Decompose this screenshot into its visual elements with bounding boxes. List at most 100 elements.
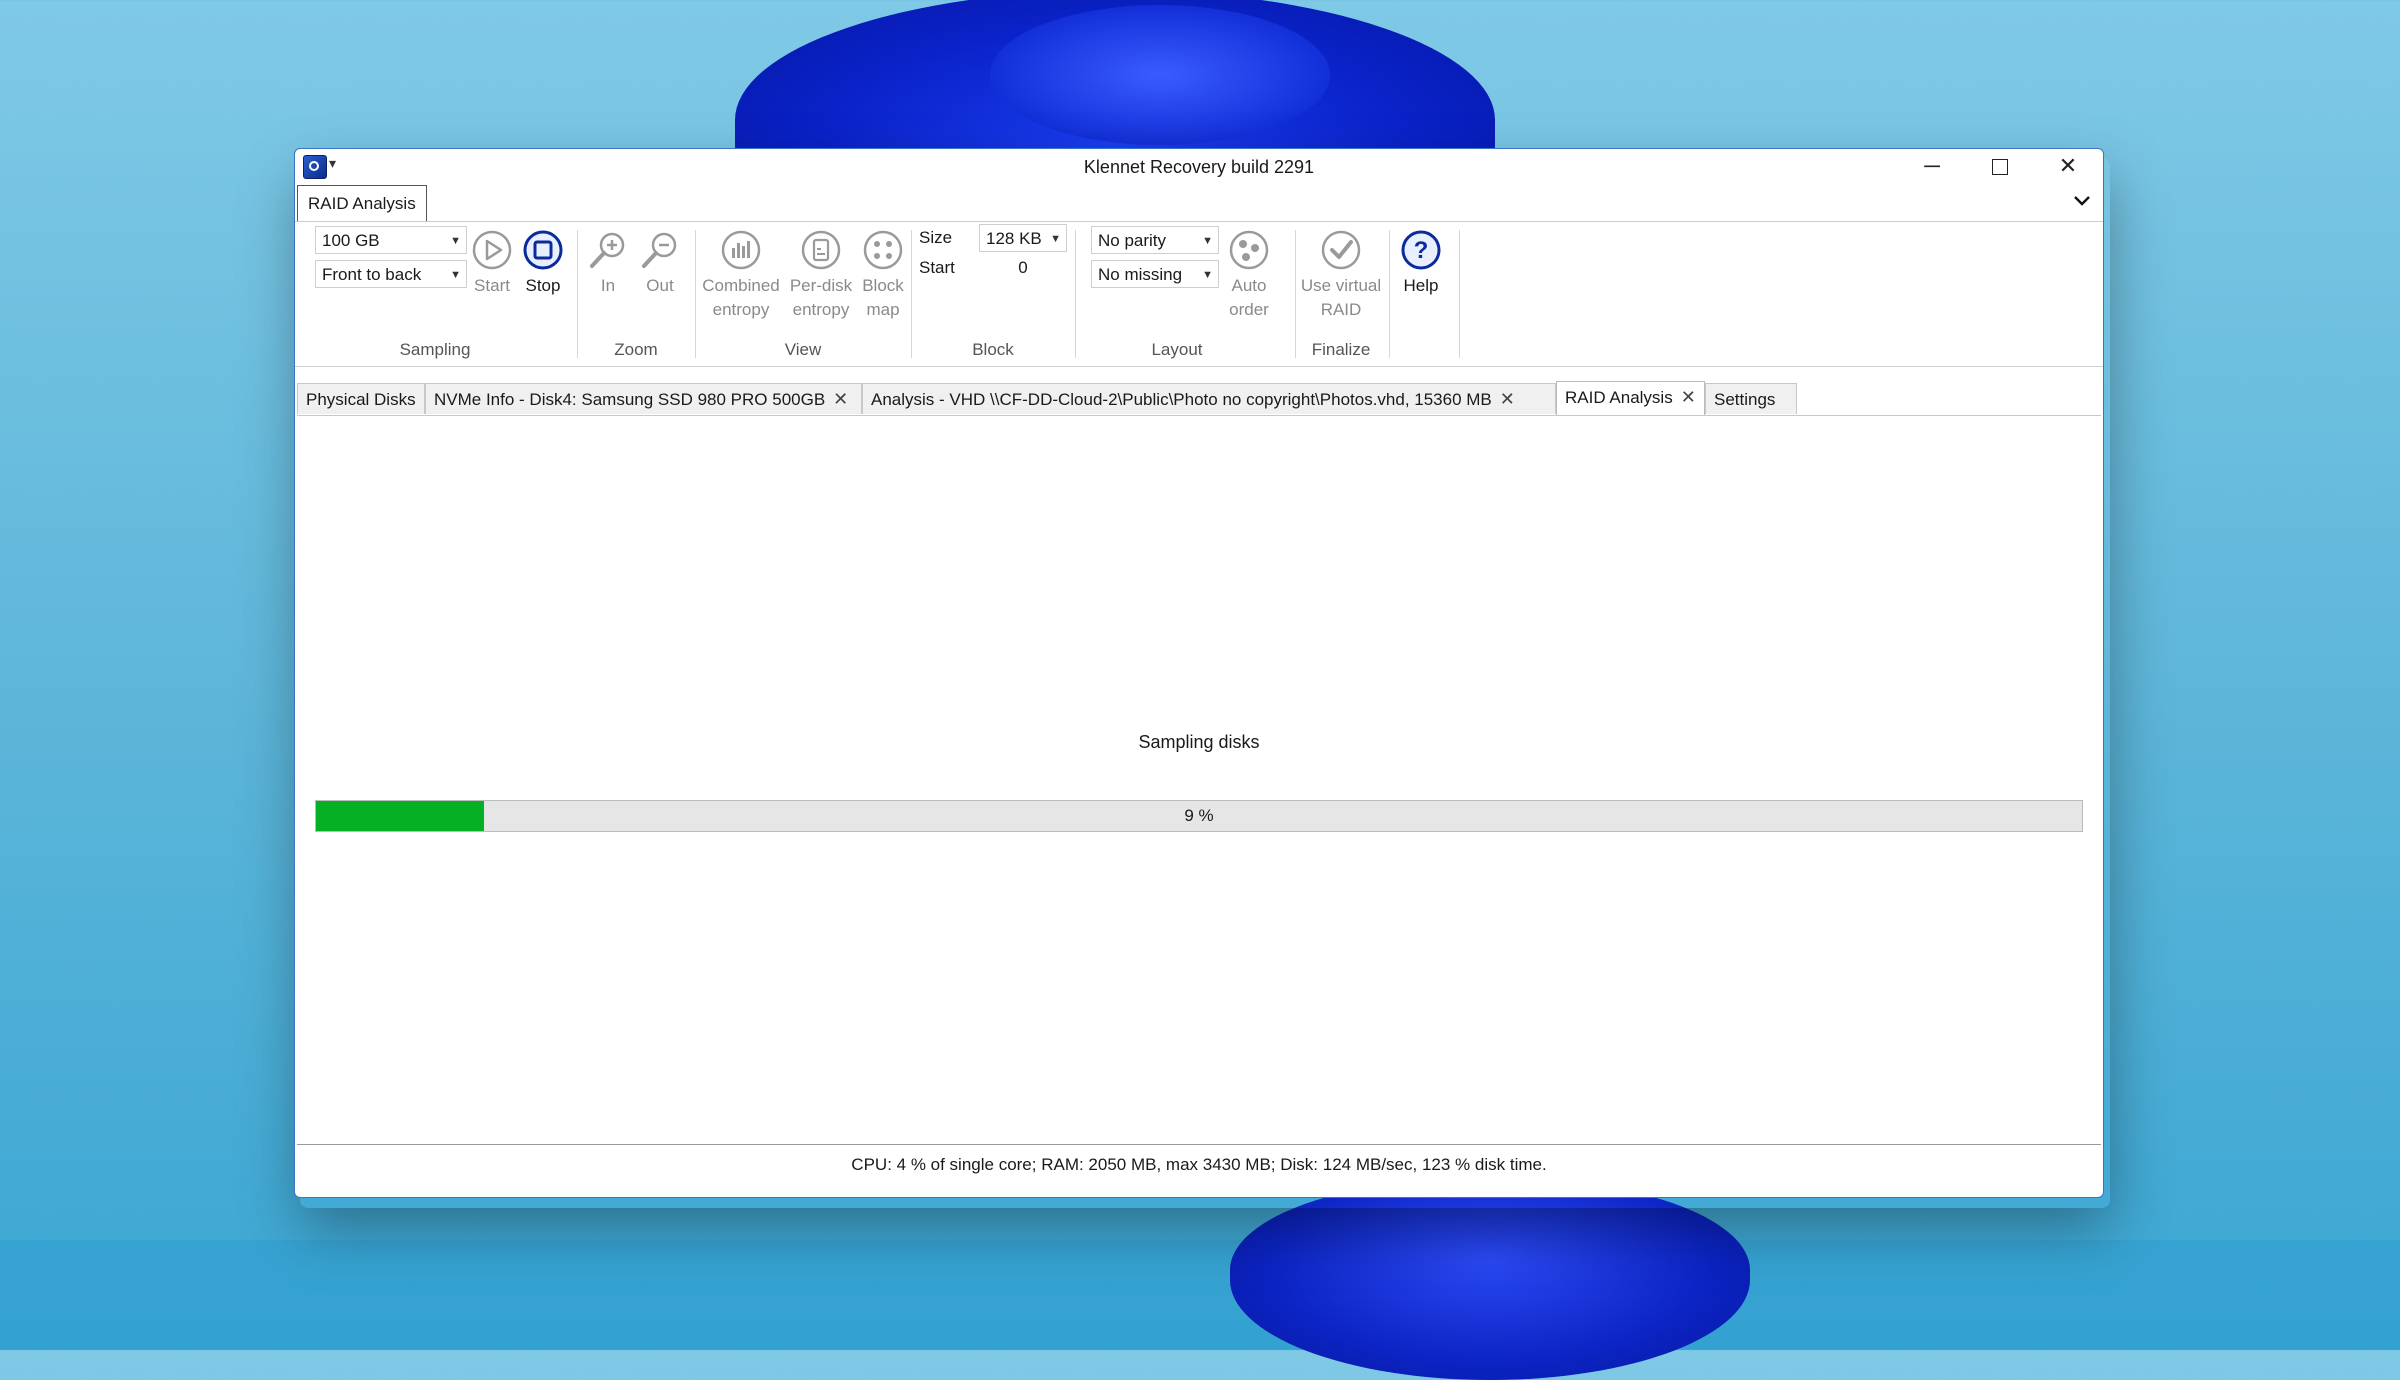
- tab-label: Analysis - VHD \\CF-DD-Cloud-2\Public\Ph…: [871, 390, 1492, 409]
- block-map-button[interactable]: Block map: [857, 228, 909, 322]
- per-disk-entropy-button[interactable]: Per-disk entropy: [781, 228, 861, 322]
- sampling-progress-bar: 9 %: [315, 800, 2083, 832]
- ribbon-group-view: Combined entropy Per-disk entropy Block …: [697, 222, 909, 366]
- close-button[interactable]: ✕: [2035, 149, 2101, 183]
- status-bar-text: CPU: 4 % of single core; RAM: 2050 MB, m…: [851, 1155, 1547, 1174]
- stop-label: Stop: [525, 276, 561, 295]
- ribbon-collapse-chevron-icon[interactable]: [2073, 191, 2091, 212]
- start-button[interactable]: Start: [469, 228, 515, 298]
- start-label: Start: [474, 276, 510, 295]
- help-icon: ?: [1401, 230, 1441, 270]
- group-label-layout: Layout: [1151, 340, 1203, 359]
- block-size-label: Size: [919, 228, 953, 247]
- tab-settings[interactable]: Settings: [1705, 383, 1797, 414]
- wallpaper-bloom-highlight: [990, 5, 1330, 145]
- group-label-finalize: Finalize: [1311, 340, 1371, 359]
- parity-select[interactable]: No parity ▼: [1091, 226, 1219, 254]
- app-window: ▾ Klennet Recovery build 2291 ─ ✕ RAID A…: [294, 148, 2104, 1198]
- ribbon-separator: [1389, 230, 1390, 358]
- block-map-label-1: Block: [862, 276, 904, 295]
- ribbon-separator: [911, 230, 912, 358]
- sampling-status-text: Sampling disks: [1138, 732, 1260, 752]
- zoom-in-icon: [590, 232, 625, 268]
- block-size-select[interactable]: 128 KB ▼: [979, 224, 1067, 252]
- tab-analysis-vhd[interactable]: Analysis - VHD \\CF-DD-Cloud-2\Public\Ph…: [862, 383, 1556, 414]
- group-label-view: View: [784, 340, 822, 359]
- parity-value: No parity: [1098, 231, 1167, 250]
- help-button[interactable]: ? Help: [1395, 228, 1447, 298]
- ribbon-group-sampling: 100 GB ▼ Front to back ▼ Start Stop Sampli…: [295, 222, 575, 366]
- group-label-sampling: Sampling: [399, 340, 471, 359]
- dropdown-arrow-icon: ▼: [1050, 233, 1061, 245]
- play-icon: [472, 230, 512, 270]
- group-label-zoom: Zoom: [614, 340, 658, 359]
- ribbon-tab-raid-analysis[interactable]: RAID Analysis: [297, 185, 427, 222]
- dropdown-arrow-icon: ▼: [450, 235, 461, 247]
- per-disk-entropy-label-2: entropy: [792, 300, 850, 319]
- dropdown-arrow-icon: ▼: [1202, 235, 1213, 247]
- per-disk-entropy-label-1: Per-disk: [789, 276, 853, 295]
- block-map-icon: [863, 230, 903, 270]
- tab-close-icon[interactable]: ✕: [1500, 389, 1515, 409]
- missing-value: No missing: [1098, 265, 1183, 284]
- ribbon-group-finalize: Use virtual RAID Finalize: [1295, 222, 1387, 366]
- zoom-in-button[interactable]: In: [583, 228, 633, 298]
- tab-nvme-info[interactable]: NVMe Info - Disk4: Samsung SSD 980 PRO 5…: [425, 383, 862, 414]
- tab-raid-analysis[interactable]: RAID Analysis ✕: [1556, 381, 1705, 416]
- zoom-out-button[interactable]: Out: [635, 228, 685, 298]
- stop-button[interactable]: Stop: [519, 228, 567, 298]
- tab-label: Settings: [1714, 390, 1776, 409]
- dropdown-arrow-icon: ▼: [450, 269, 461, 281]
- tab-label: RAID Analysis: [1565, 388, 1673, 407]
- svg-text:?: ?: [1414, 237, 1429, 264]
- ribbon: 100 GB ▼ Front to back ▼ Start Stop Sampli…: [295, 221, 2103, 367]
- group-label-block: Block: [972, 340, 1014, 359]
- ribbon-group-block: Size 128 KB ▼ Start 0 Block: [913, 222, 1073, 366]
- combined-entropy-button[interactable]: Combined entropy: [697, 228, 785, 322]
- wallpaper-bloom-bottom: [1230, 1180, 1750, 1380]
- use-virtual-raid-button[interactable]: Use virtual RAID: [1295, 228, 1387, 322]
- ribbon-group-layout: No parity ▼ No missing ▼ Auto order Layout: [1077, 222, 1277, 366]
- use-virtual-raid-label-1: Use virtual: [1300, 276, 1382, 295]
- block-start-value[interactable]: 0: [979, 258, 1067, 278]
- wallpaper-floor: [0, 1240, 2400, 1350]
- checkmark-icon: [1321, 230, 1361, 270]
- tab-label: NVMe Info - Disk4: Samsung SSD 980 PRO 5…: [434, 390, 826, 409]
- raid-analysis-panel: Sampling disks 9 %: [297, 415, 2101, 1145]
- stop-icon: [523, 230, 563, 270]
- ribbon-group-zoom: In Out Zoom: [579, 222, 693, 366]
- sampling-order-value: Front to back: [322, 265, 422, 284]
- ribbon-separator: [695, 230, 696, 358]
- sampling-size-value: 100 GB: [322, 231, 380, 250]
- combined-entropy-label-1: Combined: [702, 276, 780, 295]
- progress-percent-text: 9 %: [1184, 806, 1214, 825]
- title-bar[interactable]: ▾ Klennet Recovery build 2291 ─ ✕: [295, 149, 2103, 187]
- tab-physical-disks[interactable]: Physical Disks: [297, 383, 425, 414]
- use-virtual-raid-label-2: RAID: [1320, 300, 1362, 319]
- tab-close-icon[interactable]: ✕: [1681, 387, 1696, 407]
- sampling-size-select[interactable]: 100 GB ▼: [315, 226, 467, 254]
- window-title: Klennet Recovery build 2291: [1083, 157, 1315, 177]
- minimize-button[interactable]: ─: [1899, 149, 1965, 183]
- zoom-out-icon: [642, 232, 677, 268]
- maximize-button[interactable]: [1967, 149, 2033, 183]
- ribbon-separator: [1459, 230, 1460, 358]
- combined-entropy-label-2: entropy: [712, 300, 770, 319]
- block-map-label-2: map: [866, 300, 900, 319]
- auto-order-button[interactable]: Auto order: [1223, 228, 1275, 322]
- zoom-in-label: In: [600, 276, 616, 295]
- ribbon-group-help: ? Help: [1391, 222, 1451, 366]
- block-size-value: 128 KB: [986, 229, 1042, 248]
- tab-close-icon[interactable]: ✕: [833, 389, 848, 409]
- missing-select[interactable]: No missing ▼: [1091, 260, 1219, 288]
- block-start-label: Start: [919, 258, 955, 277]
- dropdown-arrow-icon: ▼: [1202, 269, 1213, 281]
- auto-order-label-2: order: [1229, 300, 1269, 319]
- entropy-chart-icon: [721, 230, 761, 270]
- help-label: Help: [1403, 276, 1439, 295]
- maximize-icon: [1992, 159, 2008, 176]
- zoom-out-label: Out: [646, 276, 674, 295]
- auto-order-icon: [1229, 230, 1269, 270]
- sampling-order-select[interactable]: Front to back ▼: [315, 260, 467, 288]
- ribbon-separator: [1075, 230, 1076, 358]
